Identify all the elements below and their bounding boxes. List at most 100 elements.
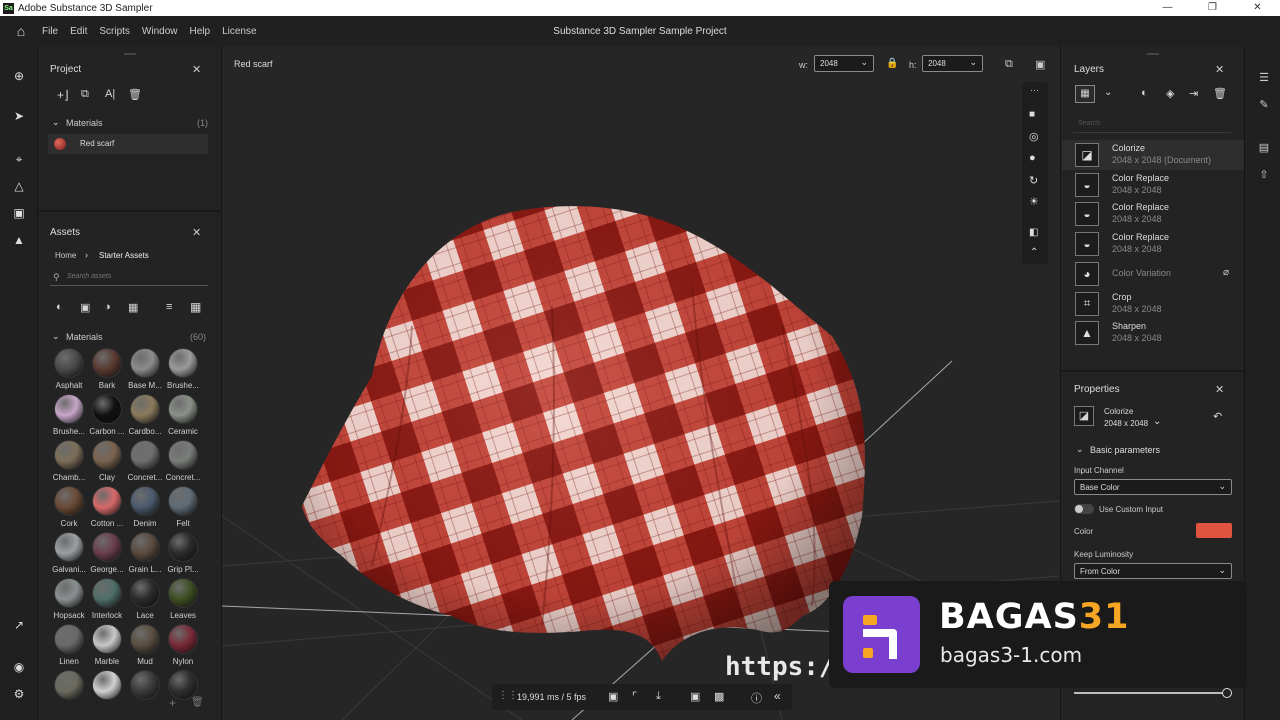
environment-icon[interactable]: ◎: [1029, 130, 1039, 143]
layer-item[interactable]: ▲ Sharpen 2048 x 2048: [1070, 319, 1240, 347]
menu-window[interactable]: Window: [142, 26, 178, 37]
asset-tile[interactable]: Cork: [50, 486, 88, 528]
materials-filter-icon[interactable]: ◐: [56, 301, 63, 313]
add-icon[interactable]: ⊕: [9, 66, 29, 86]
asset-tile[interactable]: Interlock: [88, 578, 126, 620]
download-icon[interactable]: ⤓: [656, 690, 661, 703]
asset-tile[interactable]: Carbon ...: [88, 394, 126, 436]
asset-tile[interactable]: Marble: [88, 624, 126, 666]
asset-tile[interactable]: Bark: [88, 348, 126, 390]
asset-tile[interactable]: Chamb...: [50, 440, 88, 482]
sort-icon[interactable]: ≡: [166, 301, 172, 313]
feedback-icon[interactable]: ◉: [9, 657, 29, 677]
atlas-filter-icon[interactable]: ◑: [104, 301, 111, 313]
collapse-icon[interactable]: ⌃: [1030, 247, 1038, 258]
grid-view-icon[interactable]: ▦: [190, 300, 201, 314]
split-view-icon[interactable]: ◧: [1029, 227, 1038, 238]
asset-tile[interactable]: Concret...: [164, 440, 202, 482]
settings-icon[interactable]: ⚙: [9, 684, 29, 704]
asset-tile[interactable]: Clay: [88, 440, 126, 482]
asset-tile[interactable]: Lace: [126, 578, 164, 620]
asset-tile[interactable]: Ceramic: [164, 394, 202, 436]
keep-luminosity-dropdown[interactable]: From Color ⌄: [1074, 563, 1232, 579]
asset-tile[interactable]: Grain L...: [126, 532, 164, 574]
asset-tile[interactable]: Brushe...: [50, 394, 88, 436]
add-layer-icon[interactable]: ▦: [1075, 85, 1095, 103]
perspective-icon[interactable]: △: [9, 176, 29, 196]
input-channel-dropdown[interactable]: Base Color ⌄: [1074, 479, 1232, 495]
lock-icon[interactable]: 🔒: [886, 58, 898, 69]
layer-item[interactable]: ◒ Color Replace 2048 x 2048: [1070, 230, 1240, 258]
menu-edit[interactable]: Edit: [70, 26, 87, 37]
asset-tile[interactable]: Cardbo...: [126, 394, 164, 436]
light-icon[interactable]: ☀: [1029, 195, 1039, 208]
asset-tile[interactable]: [126, 670, 164, 703]
close-window-icon[interactable]: ✕: [1235, 0, 1280, 16]
menu-license[interactable]: License: [222, 26, 256, 37]
close-icon[interactable]: ✕: [1215, 63, 1224, 76]
slider-handle[interactable]: [1222, 688, 1232, 698]
layer-item[interactable]: ◕ Color Variation ⌀: [1070, 260, 1240, 288]
transform-icon[interactable]: ▣: [9, 203, 29, 223]
asset-tile[interactable]: Denim: [126, 486, 164, 528]
close-icon[interactable]: ✕: [192, 226, 201, 239]
asset-tile[interactable]: Hopsack: [50, 578, 88, 620]
add-material-icon[interactable]: +⌋: [57, 88, 69, 102]
menu-help[interactable]: Help: [190, 26, 211, 37]
layer-item[interactable]: ◪ Colorize 2048 x 2048 (Document): [1070, 141, 1240, 169]
compare-icon[interactable]: ▩: [714, 690, 724, 703]
color-swatch[interactable]: [1196, 523, 1232, 538]
asset-tile[interactable]: Linen: [50, 624, 88, 666]
menu-scripts[interactable]: Scripts: [99, 26, 130, 37]
mask-icon[interactable]: ◐: [1141, 87, 1148, 99]
import-icon[interactable]: ⇥: [1189, 87, 1198, 100]
info-icon[interactable]: ⓘ: [751, 690, 762, 706]
layer-item[interactable]: ◒ Color Replace 2048 x 2048: [1070, 171, 1240, 199]
minimize-icon[interactable]: —: [1145, 0, 1190, 16]
fill-icon[interactable]: ◈: [1166, 87, 1174, 100]
collapse-left-icon[interactable]: «: [774, 689, 781, 703]
asset-tile[interactable]: Base M...: [126, 348, 164, 390]
hidden-eye-icon[interactable]: ⌀: [1223, 267, 1229, 278]
chevron-down-icon[interactable]: ⌄: [52, 331, 60, 342]
duplicate-icon[interactable]: ⧉: [81, 88, 89, 101]
layer-item[interactable]: ◒ Color Replace 2048 x 2048: [1070, 200, 1240, 228]
delete-asset-icon[interactable]: 🗑: [191, 697, 204, 708]
frame-icon[interactable]: ▣: [608, 690, 618, 703]
height-dropdown[interactable]: 2048 ⌄: [922, 55, 983, 72]
chevron-down-icon[interactable]: ⌄: [1076, 444, 1084, 455]
share-icon[interactable]: ⇧: [1249, 168, 1279, 181]
reset-icon[interactable]: ↶: [1213, 410, 1222, 423]
delete-layer-icon[interactable]: 🗑: [1213, 87, 1227, 100]
asset-tile[interactable]: Asphalt: [50, 348, 88, 390]
export-icon[interactable]: ↗: [9, 615, 29, 635]
asset-tile[interactable]: Mud: [126, 624, 164, 666]
layers-search-input[interactable]: Search: [1073, 116, 1231, 133]
asset-tile[interactable]: Nylon: [164, 624, 202, 666]
snapshot-icon[interactable]: ▣: [690, 690, 700, 703]
maximize-icon[interactable]: ❐: [1190, 0, 1235, 16]
asset-tile[interactable]: Felt: [164, 486, 202, 528]
asset-tile[interactable]: Galvani...: [50, 532, 88, 574]
ruler-icon[interactable]: ⌜: [632, 690, 637, 703]
rocket-icon[interactable]: ➤: [9, 106, 29, 126]
rotate-icon[interactable]: ↻: [1029, 174, 1038, 187]
grip-icon[interactable]: ⋯: [1030, 85, 1039, 96]
add-asset-icon[interactable]: +: [169, 696, 176, 710]
chevron-down-icon[interactable]: ⌄: [52, 117, 60, 128]
basic-parameters-section[interactable]: Basic parameters: [1090, 445, 1160, 455]
rename-icon[interactable]: A|: [105, 88, 115, 100]
project-item-red-scarf[interactable]: Red scarf: [48, 134, 208, 154]
crop-tool-icon[interactable]: ⌖: [9, 149, 29, 169]
asset-tile[interactable]: Cotton ...: [88, 486, 126, 528]
asset-tile[interactable]: Brushe...: [164, 348, 202, 390]
menu-file[interactable]: File: [42, 26, 58, 37]
use-custom-input-toggle[interactable]: [1074, 504, 1094, 514]
asset-tile[interactable]: Grip Pl...: [164, 532, 202, 574]
fit-view-icon[interactable]: ▣: [1035, 58, 1045, 71]
asset-tile[interactable]: Leaves: [164, 578, 202, 620]
adjustments-icon[interactable]: ☰: [1249, 71, 1279, 84]
grip-icon[interactable]: ⋮⋮: [498, 690, 518, 701]
chevron-down-icon[interactable]: ⌄: [1153, 416, 1161, 427]
asset-tile[interactable]: [50, 670, 88, 703]
